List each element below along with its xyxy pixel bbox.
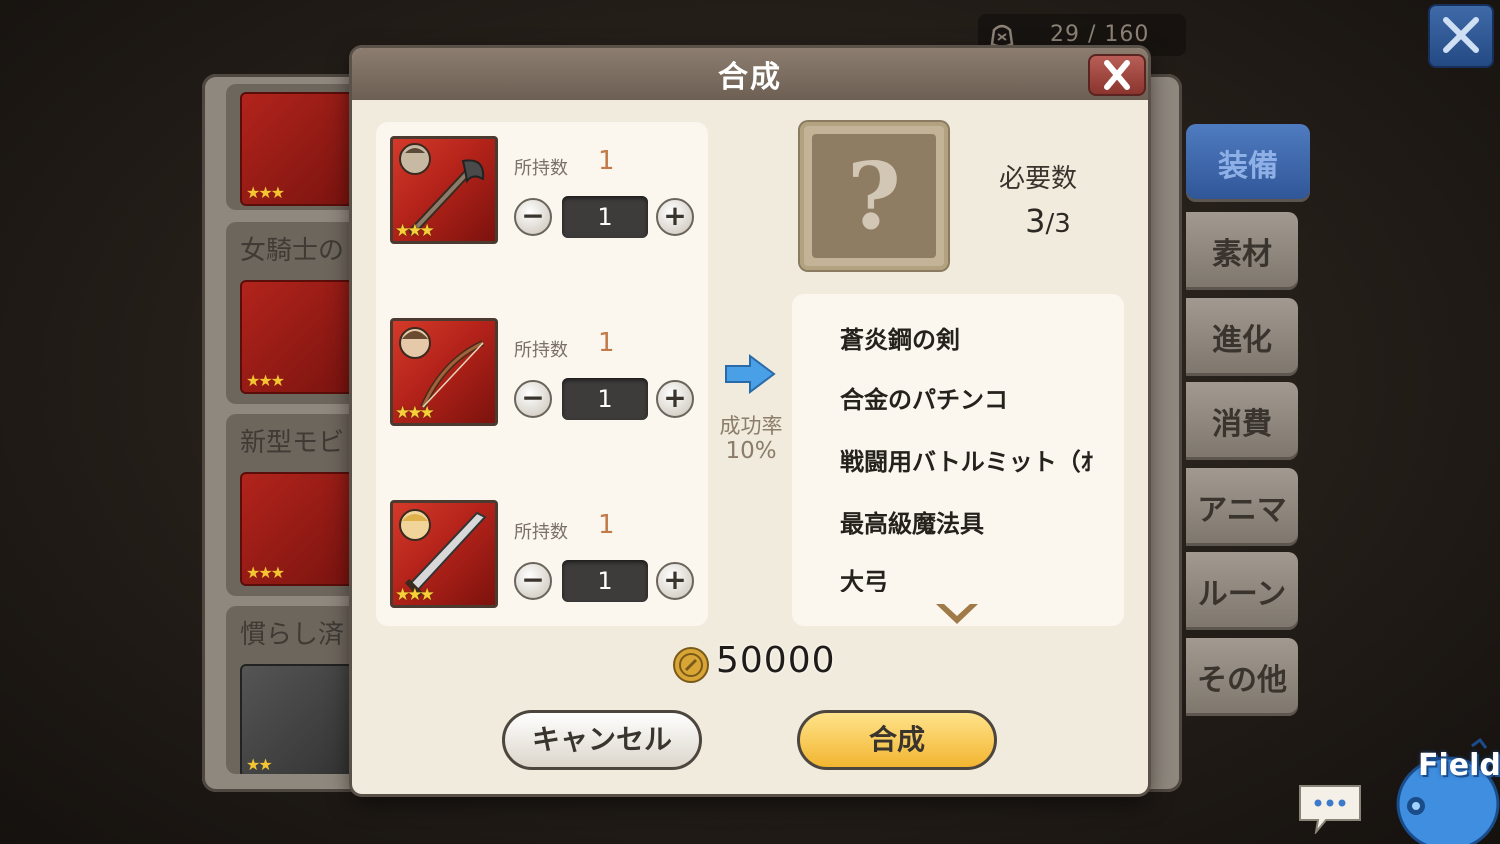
increase-button[interactable]: + <box>656 380 694 418</box>
required-count: 3/3 <box>968 202 1128 240</box>
decrease-button[interactable]: − <box>514 562 552 600</box>
success-rate-value: 10% <box>725 438 777 464</box>
quantity-field[interactable]: 1 <box>562 378 648 420</box>
coin-icon <box>673 647 709 683</box>
synthesis-cost: 50000 <box>716 640 836 681</box>
tab-materials[interactable]: 素材 <box>1186 212 1298 290</box>
close-screen-button[interactable] <box>1428 4 1494 68</box>
inventory-item-card: ★★★ <box>240 92 354 206</box>
required-total: /3 <box>1045 209 1071 239</box>
inventory-item[interactable]: 新型モビ ★★★ <box>226 414 366 596</box>
bag-icon <box>990 24 1014 48</box>
material-card-3[interactable]: ★★★ <box>390 500 498 608</box>
inventory-item-name: 慣らし済 <box>240 620 345 650</box>
tab-evolution[interactable]: 進化 <box>1186 298 1298 376</box>
close-icon <box>1104 60 1130 90</box>
required-current: 3 <box>1025 202 1046 240</box>
material-card-1[interactable]: ★★★ <box>390 136 498 244</box>
inventory-item[interactable]: 慣らし済 ★★ <box>226 606 366 774</box>
field-label: Field <box>1418 748 1500 783</box>
recipe-item[interactable]: 合金のパチンコ <box>840 380 1112 415</box>
rarity-stars: ★★★ <box>246 371 285 390</box>
rarity-stars: ★★★ <box>395 403 435 423</box>
owned-count: 1 <box>598 510 615 540</box>
close-icon <box>1443 17 1479 53</box>
decrease-button[interactable]: − <box>514 198 552 236</box>
inventory-item-card: ★★★ <box>240 280 354 394</box>
recipe-item[interactable]: 最高級魔法具 <box>840 504 1112 539</box>
quantity-field[interactable]: 1 <box>562 196 648 238</box>
recipe-item[interactable]: 蒼炎鋼の剣 <box>840 320 1112 355</box>
owned-label: 所持数 <box>514 340 568 361</box>
tab-consumables[interactable]: 消費 <box>1186 382 1298 460</box>
recipe-item[interactable]: 大弓 <box>840 562 1112 592</box>
cancel-button[interactable]: キャンセル <box>502 710 702 770</box>
owned-label: 所持数 <box>514 158 568 179</box>
required-label: 必要数 <box>998 164 1077 194</box>
inventory-item-card: ★★★ <box>240 472 354 586</box>
inventory-item-card: ★★ <box>240 664 354 774</box>
inventory-item[interactable]: 女騎士の ★★★ <box>226 222 366 404</box>
rarity-stars: ★★★ <box>395 221 435 241</box>
tab-equipment[interactable]: 装備 <box>1186 124 1310 202</box>
inventory-item[interactable]: ★★★ <box>226 84 366 210</box>
dialog-close-button[interactable] <box>1088 54 1146 96</box>
success-rate-label: 成功率 <box>719 414 783 438</box>
arrow-right-icon <box>725 354 776 394</box>
inventory-item-name: 新型モビ <box>240 428 345 458</box>
tab-anima[interactable]: アニマ <box>1186 468 1298 546</box>
tab-other[interactable]: その他 <box>1186 638 1298 716</box>
owned-label: 所持数 <box>514 522 568 543</box>
material-card-2[interactable]: ★★★ <box>390 318 498 426</box>
tab-rune[interactable]: ルーン <box>1186 552 1298 630</box>
chat-icon[interactable] <box>1296 782 1364 834</box>
increase-button[interactable]: + <box>656 562 694 600</box>
increase-button[interactable]: + <box>656 198 694 236</box>
synthesize-button[interactable]: 合成 <box>797 710 997 770</box>
rarity-stars: ★★ <box>246 755 273 774</box>
recipe-item[interactable]: 戦闘用バトルミット（ｵ <box>840 442 1112 477</box>
inventory-item-name: 女騎士の <box>240 236 345 266</box>
owned-count: 1 <box>598 328 615 358</box>
rarity-stars: ★★★ <box>246 183 285 202</box>
decrease-button[interactable]: − <box>514 380 552 418</box>
chevron-down-icon[interactable] <box>934 600 980 628</box>
unknown-result-icon: ? <box>847 142 901 250</box>
rarity-stars: ★★★ <box>395 585 435 605</box>
quantity-field[interactable]: 1 <box>562 560 648 602</box>
owned-count: 1 <box>598 146 615 176</box>
rarity-stars: ★★★ <box>246 563 285 582</box>
capacity-text: 29 / 160 <box>1050 22 1150 47</box>
dialog-title: 合成 <box>718 60 782 95</box>
